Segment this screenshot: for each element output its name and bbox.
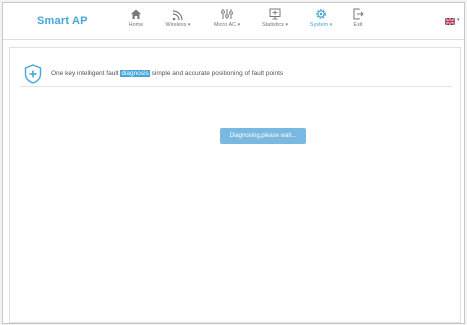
- exit-icon: [353, 8, 364, 20]
- nav-statistics-label: Statistics: [261, 22, 284, 28]
- chevron-down-icon: ▾: [329, 22, 333, 28]
- diagnosis-banner: One key intelligent fault diagnosis simp…: [24, 62, 444, 88]
- nav-exit[interactable]: Exit: [347, 7, 369, 28]
- nav-exit-label: Exit: [353, 22, 363, 28]
- nav-statistics[interactable]: Statistics ▾: [255, 7, 295, 28]
- top-navigation-bar: Smart AP Home Wireless ▾ Micro AC ▾ Stat…: [3, 3, 464, 40]
- nav-wireless[interactable]: Wireless ▾: [159, 7, 197, 28]
- nav-system[interactable]: System ▾: [303, 7, 339, 28]
- diagnosis-description: One key intelligent fault diagnosis simp…: [51, 70, 283, 77]
- app-window: Smart AP Home Wireless ▾ Micro AC ▾ Stat…: [2, 2, 465, 324]
- home-icon: [131, 9, 141, 19]
- chevron-down-icon: ▾: [285, 22, 289, 28]
- nav-micro-ac-label: Micro AC: [213, 22, 237, 28]
- monitor-icon: [269, 8, 281, 20]
- description-text-after: simple and accurate positioning of fault…: [149, 70, 284, 77]
- nav-wireless-label: Wireless: [165, 22, 187, 28]
- diagnosis-panel: One key intelligent fault diagnosis simp…: [9, 47, 461, 323]
- wifi-icon: [172, 10, 183, 21]
- divider: [20, 86, 452, 87]
- sliders-icon: [221, 9, 233, 19]
- diagnosing-status-button: Diagnosing,please wait...: [220, 128, 306, 144]
- chevron-down-icon: ▾: [188, 22, 191, 28]
- language-chevron-down-icon[interactable]: ▾: [457, 17, 460, 23]
- shield-plus-icon: [24, 64, 42, 84]
- chevron-down-icon: ▾: [237, 22, 241, 28]
- description-text-before: One key intelligent fault: [51, 70, 121, 77]
- uk-flag-icon[interactable]: [445, 18, 455, 25]
- highlighted-keyword: diagnosis: [120, 70, 150, 77]
- nav-home[interactable]: Home: [121, 7, 151, 28]
- nav-home-label: Home: [128, 22, 144, 28]
- brand-logo: Smart AP: [37, 15, 88, 27]
- nav-micro-ac[interactable]: Micro AC ▾: [207, 7, 247, 28]
- nav-system-label: System: [309, 22, 329, 28]
- gear-icon: [316, 9, 326, 19]
